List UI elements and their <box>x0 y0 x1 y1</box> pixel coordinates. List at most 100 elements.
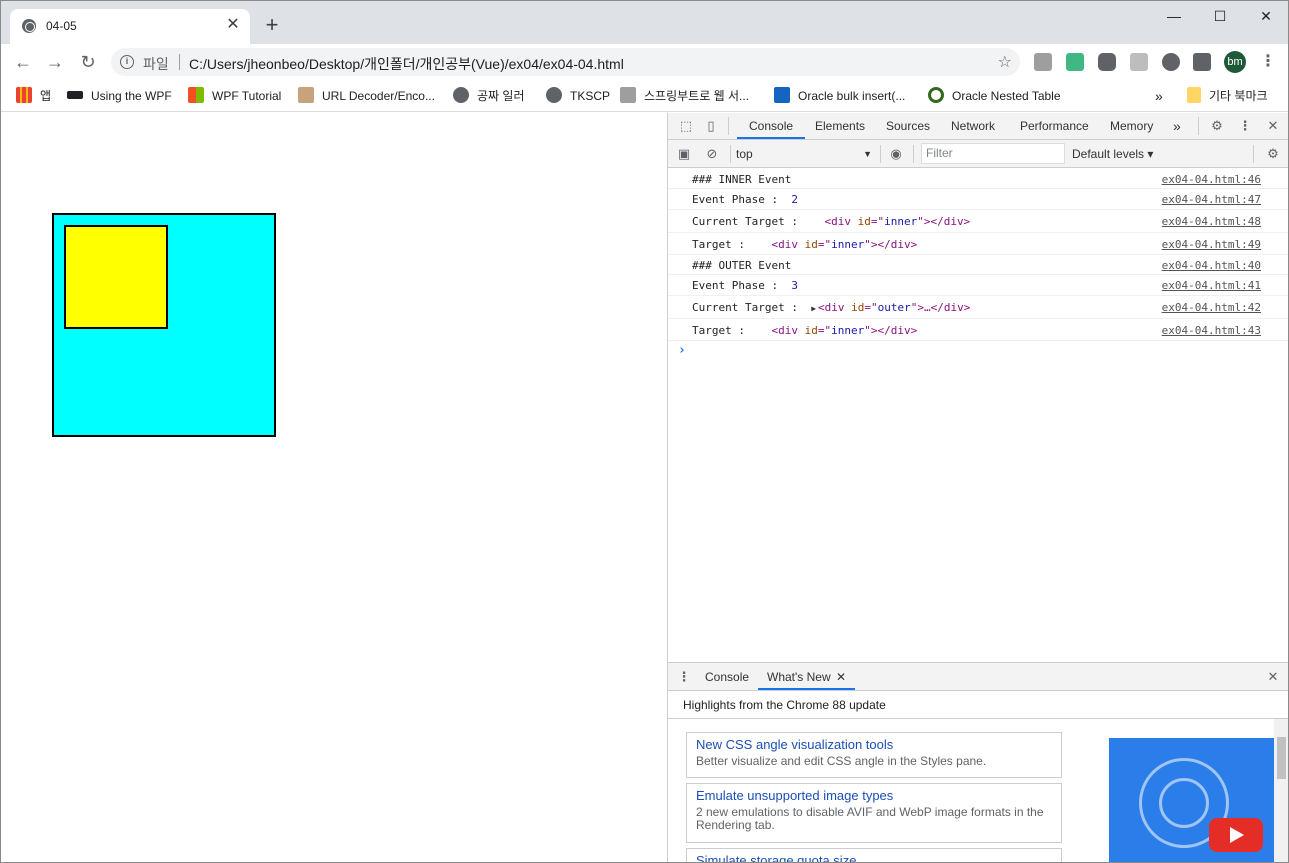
console-message-text: ### INNER Event <box>692 173 791 186</box>
message-label: Current Target : <box>692 215 825 228</box>
console-prompt-row[interactable]: › <box>668 341 1288 361</box>
console-prompt-icon: › <box>678 343 686 358</box>
bookmark-item[interactable]: 스프링부트로 웹 서... <box>620 87 749 105</box>
card-description: Better visualize and edit CSS angle in t… <box>696 754 987 768</box>
other-bookmarks-folder[interactable]: 기타 북마크 <box>1187 87 1268 105</box>
info-icon[interactable]: i <box>120 55 134 69</box>
bookmark-item[interactable]: 공짜 일러 <box>453 87 525 105</box>
inner-div[interactable] <box>64 225 168 329</box>
element-id: inner <box>831 238 865 251</box>
element-id: inner <box>831 324 865 337</box>
close-devtools-icon[interactable]: ✕ <box>1265 118 1281 134</box>
vue-devtools-icon[interactable] <box>1066 53 1084 71</box>
pdf-extension-icon[interactable] <box>1130 53 1148 71</box>
back-button[interactable]: ← <box>11 50 35 74</box>
security-label[interactable]: 파일 <box>143 54 169 74</box>
scrollbar-thumb[interactable] <box>1277 737 1286 779</box>
close-tab-icon[interactable]: ✕ <box>224 16 242 34</box>
source-link[interactable]: ex04-04.html:43 <box>1162 324 1261 337</box>
source-link[interactable]: ex04-04.html:40 <box>1162 259 1261 272</box>
dom-element-link[interactable]: <div id="inner"></div> <box>824 215 970 228</box>
maximize-button[interactable]: ☐ <box>1197 1 1243 31</box>
tab-memory[interactable]: Memory <box>1110 113 1153 139</box>
source-link[interactable]: ex04-04.html:48 <box>1162 215 1261 228</box>
browser-menu-icon[interactable]: ⋮ <box>1259 51 1277 73</box>
message-label: Current Target : <box>692 301 812 314</box>
drawer-menu-icon[interactable]: ⋮ <box>676 669 692 685</box>
url-decoder-icon <box>298 87 314 103</box>
dom-element-link[interactable]: <div id="inner"></div> <box>771 324 917 337</box>
whats-new-card[interactable]: Emulate unsupported image types 2 new em… <box>686 783 1062 843</box>
close-window-button[interactable]: ✕ <box>1243 1 1288 31</box>
tab-elements[interactable]: Elements <box>815 113 865 139</box>
divider <box>1253 145 1254 163</box>
source-link[interactable]: ex04-04.html:49 <box>1162 238 1261 251</box>
console-message-text: Current Target : ▶ <div id="outer">…</div… <box>692 301 970 314</box>
sidebar-toggle-icon[interactable]: ▣ <box>676 146 692 162</box>
filter-input[interactable]: Filter <box>921 143 1065 164</box>
address-bar[interactable]: i 파일 C:/Users/jheonbeo/Desktop/개인폴더/개인공부… <box>111 48 1020 76</box>
profile-avatar[interactable]: bm <box>1224 51 1246 73</box>
inspect-element-icon[interactable]: ⬚ <box>678 118 694 134</box>
whats-new-card[interactable]: Simulate storage quota size <box>686 848 1062 862</box>
extension-icon[interactable] <box>1098 53 1116 71</box>
dom-element-link[interactable]: ▶ <div id="outer">…</div> <box>811 301 970 314</box>
gear-icon[interactable]: ⚙ <box>1209 118 1225 134</box>
video-thumbnail[interactable] <box>1109 738 1275 862</box>
puzzle-icon[interactable] <box>1162 53 1180 71</box>
source-link[interactable]: ex04-04.html:42 <box>1162 301 1261 314</box>
media-queue-icon[interactable] <box>1193 53 1211 71</box>
bookmark-star-icon[interactable]: ☆ <box>998 52 1012 72</box>
new-tab-button[interactable]: + <box>261 14 283 36</box>
tab-performance[interactable]: Performance <box>1020 113 1089 139</box>
source-link[interactable]: ex04-04.html:41 <box>1162 279 1261 292</box>
decorative-ring <box>1159 778 1209 828</box>
bookmark-item[interactable]: WPF Tutorial <box>188 87 281 105</box>
forward-button[interactable]: → <box>43 50 67 74</box>
bookmark-label: TKSCP <box>570 89 611 103</box>
expand-triangle-icon[interactable]: ▶ <box>811 304 816 313</box>
card-title[interactable]: Simulate storage quota size <box>696 853 1052 862</box>
card-title[interactable]: Emulate unsupported image types <box>696 788 1052 803</box>
tab-title: 04-05 <box>46 19 77 33</box>
card-title[interactable]: New CSS angle visualization tools <box>696 737 1052 752</box>
bookmarks-overflow-button[interactable]: » <box>1155 87 1163 105</box>
youtube-play-icon[interactable] <box>1209 818 1263 852</box>
bookmark-item[interactable]: URL Decoder/Enco... <box>298 87 435 105</box>
bookmark-item[interactable]: Oracle Nested Table <box>928 87 1061 105</box>
clear-console-icon[interactable]: ⊘ <box>704 146 720 162</box>
source-link[interactable]: ex04-04.html:46 <box>1162 173 1261 186</box>
close-tab-icon[interactable]: ✕ <box>836 670 846 684</box>
reload-button[interactable]: ↻ <box>76 50 100 74</box>
extension-icon[interactable] <box>1034 53 1052 71</box>
log-levels-dropdown[interactable]: Default levels ▾ <box>1072 144 1153 164</box>
dom-element-link[interactable]: <div id="inner"></div> <box>771 238 917 251</box>
outer-div[interactable] <box>52 213 276 437</box>
console-message-text: Current Target : <div id="inner"></div> <box>692 215 970 228</box>
drawer-tab-label: What's New <box>767 670 831 684</box>
whats-new-heading: Highlights from the Chrome 88 update <box>683 698 886 712</box>
drawer-scrollbar[interactable] <box>1274 719 1288 862</box>
device-toolbar-icon[interactable]: ▯ <box>703 118 719 134</box>
close-drawer-icon[interactable]: ✕ <box>1265 669 1281 685</box>
eye-icon[interactable]: ◉ <box>888 146 904 162</box>
bookmark-item[interactable]: Using the WPF <box>67 87 172 105</box>
divider <box>728 117 729 135</box>
tab-sources[interactable]: Sources <box>886 113 930 139</box>
bookmark-apps[interactable]: 앱 <box>16 87 51 105</box>
tab-network[interactable]: Network <box>951 113 995 139</box>
whats-new-card[interactable]: New CSS angle visualization tools Better… <box>686 732 1062 778</box>
bookmark-item[interactable]: Oracle bulk insert(... <box>774 87 905 105</box>
browser-tab[interactable]: 04-05 ✕ <box>10 9 250 44</box>
drawer-tab-console[interactable]: Console <box>705 663 749 690</box>
console-settings-gear-icon[interactable]: ⚙ <box>1265 146 1281 162</box>
source-link[interactable]: ex04-04.html:47 <box>1162 193 1261 206</box>
bookmark-item[interactable]: TKSCP <box>546 87 610 105</box>
context-selector[interactable]: top ▼ <box>736 144 876 164</box>
devtools-menu-icon[interactable]: ⋮ <box>1237 118 1253 134</box>
tab-console[interactable]: Console <box>737 113 806 139</box>
minimize-button[interactable]: — <box>1151 1 1197 31</box>
url-text[interactable]: C:/Users/jheonbeo/Desktop/개인폴더/개인공부(Vue)… <box>189 54 624 74</box>
drawer-tab-whats-new[interactable]: What's New ✕ <box>758 663 856 690</box>
more-tabs-button[interactable]: » <box>1173 113 1181 139</box>
